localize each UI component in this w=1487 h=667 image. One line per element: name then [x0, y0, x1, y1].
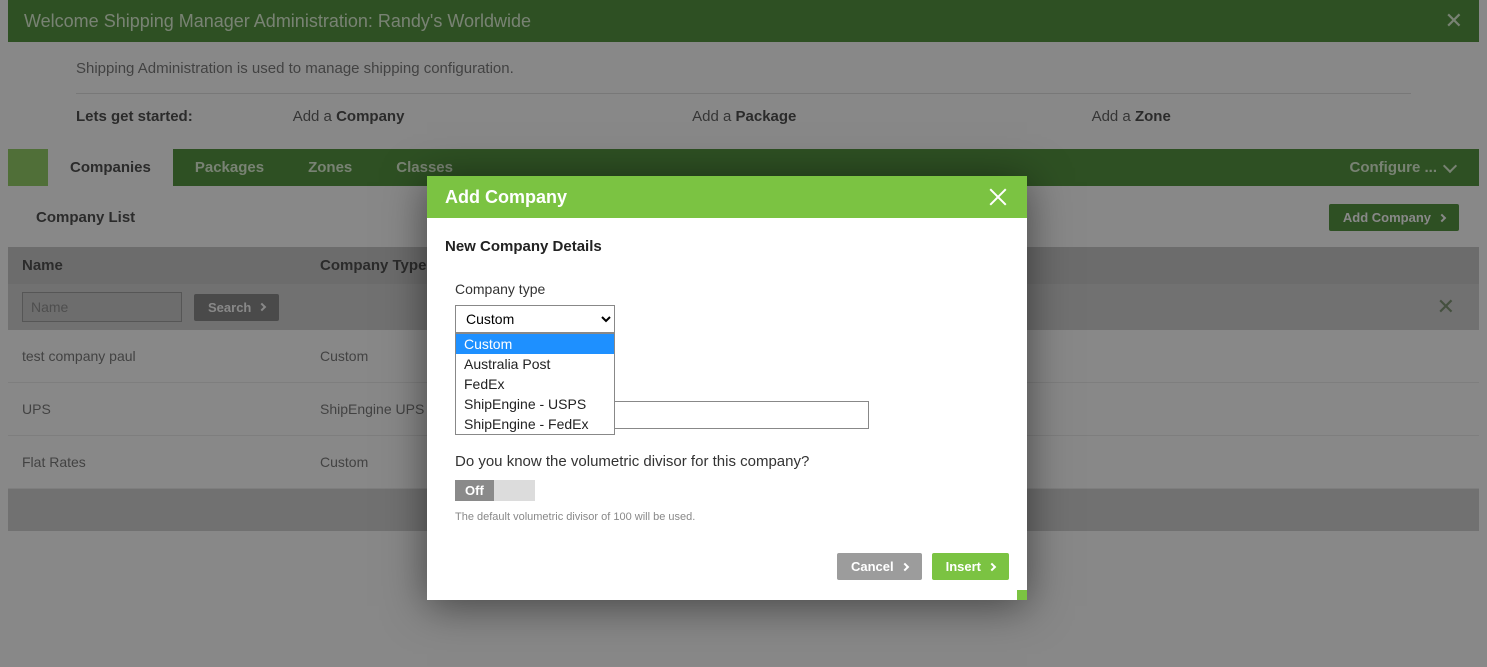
option-shipengine-fedex[interactable]: ShipEngine - FedEx: [456, 414, 614, 434]
company-type-dropdown: Custom Australia Post FedEx ShipEngine -…: [455, 333, 615, 435]
company-type-select[interactable]: Custom: [455, 305, 615, 333]
volumetric-question: Do you know the volumetric divisor for t…: [455, 453, 1009, 470]
chevron-right-icon: [900, 562, 908, 570]
chevron-right-icon: [988, 562, 996, 570]
cancel-button[interactable]: Cancel: [837, 553, 922, 580]
option-fedex[interactable]: FedEx: [456, 374, 614, 394]
option-custom[interactable]: Custom: [456, 334, 614, 354]
toggle-off-label: Off: [455, 480, 494, 501]
add-company-modal: Add Company New Company Details Company …: [427, 176, 1027, 600]
resize-handle-icon[interactable]: [1017, 590, 1027, 600]
volumetric-toggle[interactable]: Off: [455, 480, 535, 501]
modal-subtitle: New Company Details: [445, 238, 1009, 255]
modal-close-icon[interactable]: [987, 186, 1009, 208]
toggle-on-cell: [494, 480, 535, 501]
volumetric-helper: The default volumetric divisor of 100 wi…: [455, 511, 1009, 523]
modal-title: Add Company: [445, 187, 567, 208]
option-shipengine-usps[interactable]: ShipEngine - USPS: [456, 394, 614, 414]
company-type-label: Company type: [455, 281, 1009, 297]
insert-button[interactable]: Insert: [932, 553, 1009, 580]
option-australia-post[interactable]: Australia Post: [456, 354, 614, 374]
